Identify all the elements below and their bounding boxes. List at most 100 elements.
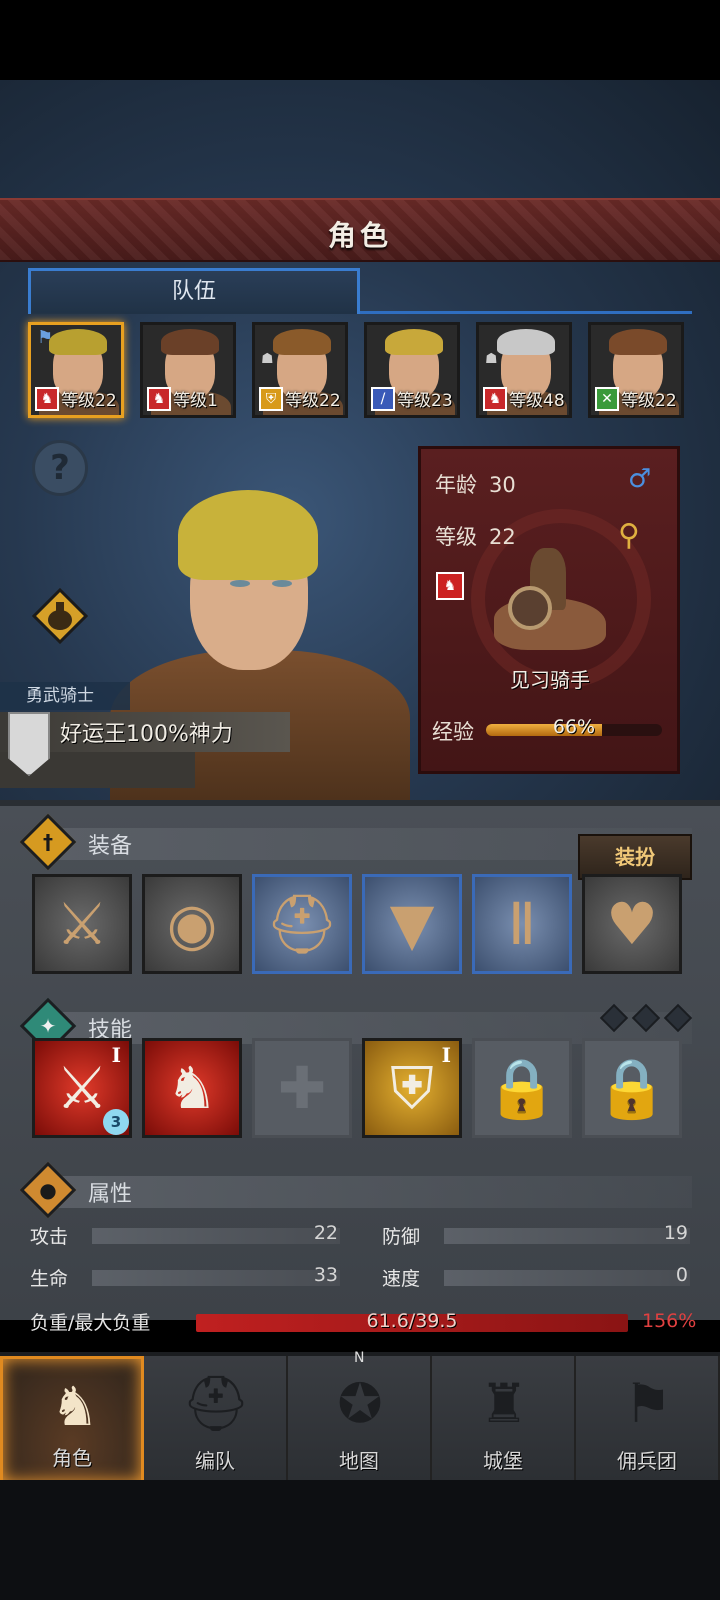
helmet-icon: ⛑ — [265, 890, 339, 958]
equipment-title: 装备 — [88, 834, 133, 859]
member-level: 等级22 — [61, 391, 117, 411]
party-member-portrait[interactable]: ✕ 等级22 — [588, 322, 684, 418]
mercenary-banner-icon: ⚑ — [623, 1372, 673, 1435]
horse-icon: ♞ — [436, 572, 464, 600]
crossed-swords-icon: ✕ — [595, 387, 619, 411]
skill-gem-badge: 3 — [103, 1109, 129, 1135]
ally-icon: ☗ — [261, 351, 274, 367]
locked-slot-icon: 🔒 — [595, 1054, 669, 1122]
nav-label: 城堡 — [483, 1449, 523, 1473]
heart-amulet-icon: ♥ — [606, 890, 658, 958]
age-value: 30 — [489, 473, 516, 497]
member-level: 等级1 — [173, 391, 218, 411]
leather-boots-icon: Ⅱ — [507, 890, 537, 958]
person-section-icon: ● — [39, 1178, 57, 1202]
skill-slot[interactable]: ♞ — [142, 1038, 242, 1138]
nav-item[interactable]: ✪ 地图 — [288, 1356, 432, 1484]
equipment-slot[interactable]: ♥ — [582, 874, 682, 974]
nav-label: 角色 — [52, 1446, 92, 1470]
tab-bar: 队伍 — [28, 268, 692, 314]
round-shield-icon: ◉ — [166, 890, 218, 958]
skill-slot: 🔒 — [472, 1038, 572, 1138]
stat-hp: 生命 33 — [30, 1264, 340, 1290]
member-level: 等级22 — [621, 391, 677, 411]
skill-slot[interactable]: ⚔ I 3 — [32, 1038, 132, 1138]
defense-value: 19 — [663, 1222, 688, 1244]
shield-icon: ⛨ — [259, 387, 283, 411]
nav-label: 编队 — [195, 1449, 235, 1473]
empty-skill-slot-cross-icon: ✚ — [277, 1054, 327, 1122]
compass-map-icon: ✪ — [337, 1372, 383, 1435]
equipment-slot[interactable]: ◉ — [142, 874, 242, 974]
hero-class-title: 勇武骑士 — [0, 682, 130, 710]
stat-defense: 防御 19 — [382, 1222, 690, 1248]
equipment-slot[interactable]: ⛑ — [252, 874, 352, 974]
equipment-slot[interactable]: ▼ — [362, 874, 462, 974]
attack-value: 22 — [313, 1222, 338, 1244]
member-level: 等级48 — [509, 391, 565, 411]
help-button[interactable]: ? — [32, 440, 88, 496]
party-portraits: ⚑ ♞ 等级22 ♞ 等级1 ☗ ⛨ 等级22/等级23 ☗ ♞ 等级48 ✕ 等级22 — [28, 322, 692, 422]
stat-speed: 速度 0 — [382, 1264, 690, 1290]
attributes-section-header: ● 属性 — [19, 1161, 692, 1219]
age-label: 年龄 — [435, 473, 477, 497]
ally-icon: ☗ — [485, 351, 498, 367]
skill-slot: ✚ — [252, 1038, 352, 1138]
exp-percent: 66% — [552, 716, 596, 738]
skill-slot[interactable]: ⛨ I — [362, 1038, 462, 1138]
speed-label: 速度 — [382, 1268, 421, 1290]
locked-slot-icon: 🔒 — [485, 1054, 559, 1122]
cavalry-unit-icon[interactable] — [490, 540, 610, 670]
sword-section-icon: † — [43, 830, 53, 854]
horse-icon: ♞ — [147, 387, 171, 411]
nav-item[interactable]: ⛑ 编队 — [144, 1356, 288, 1484]
member-level: 等级22 — [285, 391, 341, 411]
age-row: 年龄 30 — [435, 469, 516, 499]
speed-value: 0 — [675, 1264, 688, 1286]
bottom-navigation: ♞ 角色 ⛑ 编队 ✪ 地图 ♜ 城堡 ⚑ 佣兵团 — [0, 1352, 720, 1484]
hero-trait[interactable]: 好运王100%神力 — [60, 716, 233, 748]
leather-armor-icon: ▼ — [389, 890, 435, 958]
status-bar-area — [0, 0, 720, 80]
hp-value: 33 — [313, 1264, 338, 1286]
page-title: 角色 — [327, 219, 392, 252]
bottom-area — [0, 1480, 720, 1600]
tab-team-label: 队伍 — [171, 279, 216, 304]
member-level: 等级23 — [397, 391, 453, 411]
nav-label: 地图 — [339, 1449, 379, 1473]
weight-label: 负重/最大负重 — [30, 1312, 151, 1334]
equipment-slot[interactable]: ⚔ — [32, 874, 132, 974]
skill-slot: 🔒 — [582, 1038, 682, 1138]
nav-item[interactable]: ♞ 角色 — [0, 1356, 144, 1484]
knight-icon: ♞ — [50, 1375, 100, 1438]
sword-icon: / — [371, 387, 395, 411]
tab-team[interactable]: 队伍 — [28, 268, 360, 314]
horse-icon: ♞ — [35, 387, 59, 411]
weight-percent: 156% — [642, 1310, 697, 1332]
stat-weight: 负重/最大负重 — [30, 1308, 200, 1334]
party-member-portrait[interactable]: ♞ 等级1 — [140, 322, 236, 418]
skill-rank: I — [111, 1043, 121, 1067]
nav-item[interactable]: ♜ 城堡 — [432, 1356, 576, 1484]
party-member-portrait[interactable]: ⚑ ♞ 等级22 — [28, 322, 124, 418]
potion-button[interactable] — [31, 587, 89, 645]
party-member-portrait[interactable]: ☗ ♞ 等级48 — [476, 322, 572, 418]
nav-item[interactable]: ⚑ 佣兵团 — [576, 1356, 720, 1484]
party-member-portrait[interactable]: / 等级23 — [364, 322, 460, 418]
attributes-title: 属性 — [88, 1182, 133, 1207]
unit-name: 见习骑手 — [510, 668, 590, 692]
formation-helmet-icon: ⛑ — [181, 1372, 251, 1435]
horse-icon: ♞ — [483, 387, 507, 411]
defense-label: 防御 — [382, 1226, 421, 1248]
castle-icon: ♜ — [479, 1372, 529, 1435]
stat-attack: 攻击 22 — [30, 1222, 340, 1248]
party-member-portrait[interactable]: ☗ ⛨ 等级22 — [252, 322, 348, 418]
level-label: 等级 — [435, 525, 477, 549]
crossbow-icon: ⚔ — [56, 890, 108, 958]
hp-label: 生命 — [30, 1268, 69, 1290]
equipment-slot[interactable]: Ⅱ — [472, 874, 572, 974]
nav-label: 佣兵团 — [617, 1449, 677, 1473]
lance-icon: ⚲ — [618, 518, 640, 553]
potion-icon — [31, 587, 89, 645]
leader-flag-icon: ⚑ — [37, 327, 54, 348]
